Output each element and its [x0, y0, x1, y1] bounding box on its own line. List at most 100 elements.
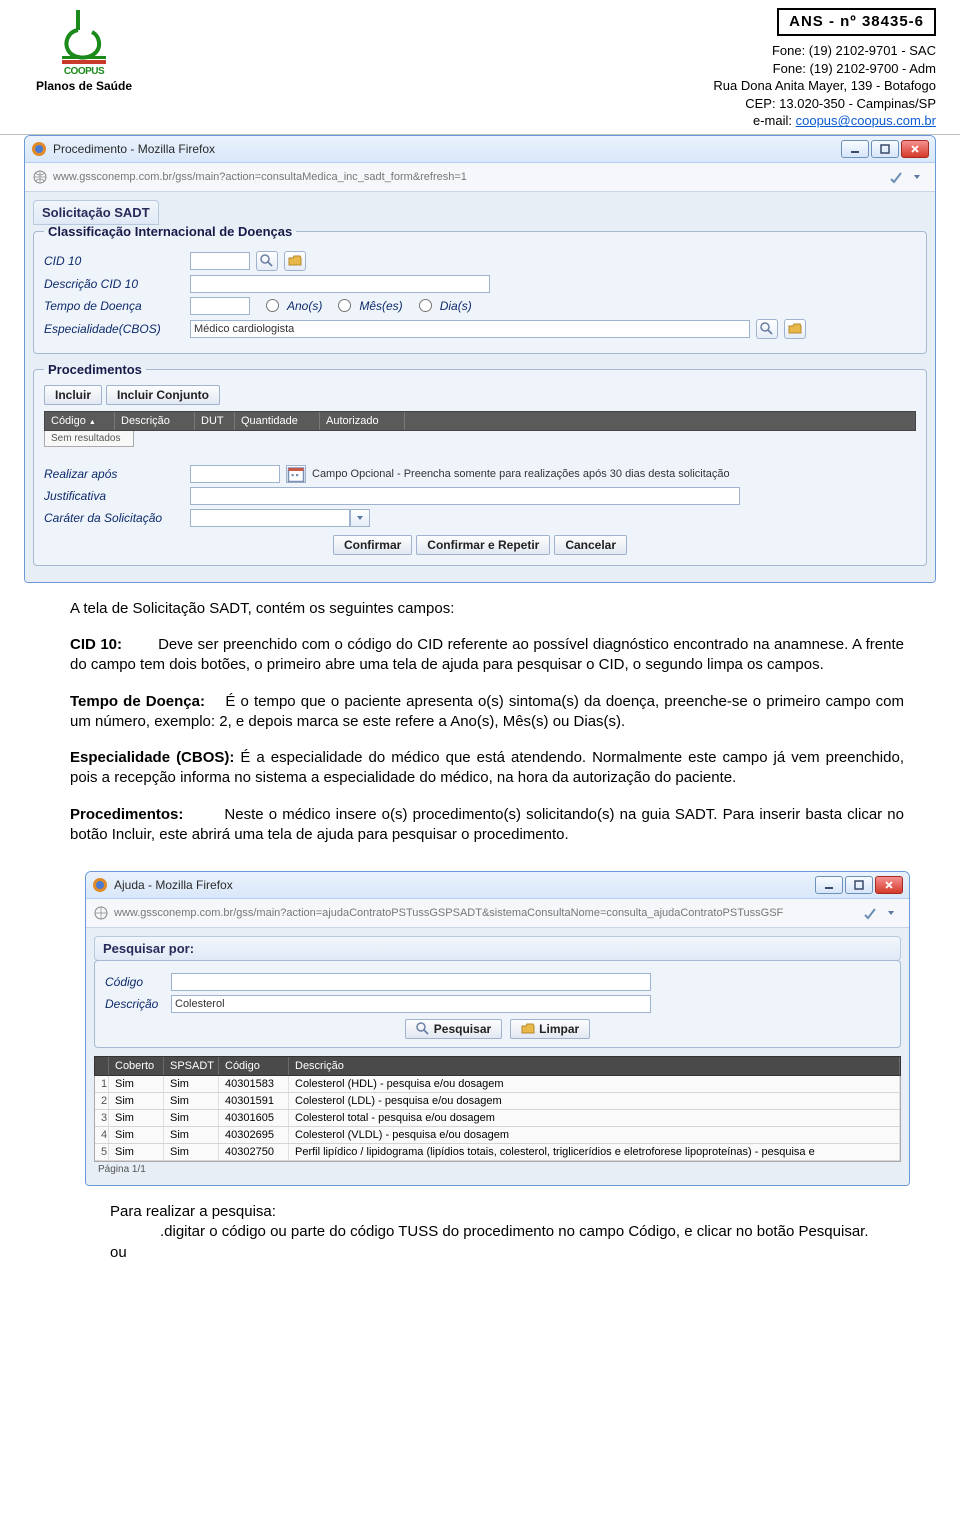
- cancelar-button[interactable]: Cancelar: [554, 535, 627, 555]
- close-button[interactable]: [901, 140, 929, 158]
- address-dropdown[interactable]: [907, 169, 927, 185]
- folder-icon: [788, 322, 802, 336]
- table-row[interactable]: 4SimSim40302695Colesterol (VLDL) - pesqu…: [95, 1127, 900, 1144]
- th-quantidade[interactable]: Quantidade: [235, 412, 320, 430]
- search-panel-title: Pesquisar por:: [94, 936, 901, 961]
- espec-clear-button[interactable]: [784, 319, 806, 339]
- procedimentos-legend: Procedimentos: [44, 362, 146, 377]
- realizar-hint: Campo Opcional - Preencha somente para r…: [312, 468, 730, 480]
- table-row[interactable]: 1SimSim40301583Colesterol (HDL) - pesqui…: [95, 1076, 900, 1093]
- cid10-block-label: CID 10:: [70, 636, 122, 653]
- minimize-button[interactable]: [815, 876, 843, 894]
- panel-title: Solicitação SADT: [33, 200, 159, 225]
- email-link[interactable]: coopus@coopus.com.br: [796, 113, 936, 128]
- justificativa-input[interactable]: [190, 487, 740, 505]
- cid10-input[interactable]: [190, 252, 250, 270]
- maximize-button[interactable]: [845, 876, 873, 894]
- dias-radio[interactable]: [419, 299, 432, 312]
- tempo-block-label: Tempo de Doença:: [70, 693, 205, 710]
- calendar-icon: [287, 465, 305, 483]
- descricao-label: Descrição: [105, 997, 165, 1011]
- table-empty: Sem resultados: [44, 431, 134, 447]
- procedimento-window: Procedimento - Mozilla Firefox www.gssco…: [24, 135, 936, 583]
- th-descricao[interactable]: Descrição: [289, 1057, 900, 1075]
- cep-line: CEP: 13.020-350 - Campinas/SP: [713, 95, 936, 113]
- espec-input[interactable]: [190, 320, 750, 338]
- firefox-icon: [92, 877, 108, 893]
- th-codigo[interactable]: Código▲: [45, 412, 115, 430]
- justificativa-label: Justificativa: [44, 489, 184, 503]
- firefox-icon: [31, 141, 47, 157]
- table-row[interactable]: 3SimSim40301605Colesterol total - pesqui…: [95, 1110, 900, 1127]
- phone-adm: Fone: (19) 2102-9700 - Adm: [713, 60, 936, 78]
- brush-icon[interactable]: [889, 170, 903, 184]
- results-header: Coberto SPSADT Código Descrição: [94, 1056, 901, 1076]
- calendar-button[interactable]: [286, 465, 306, 483]
- logo-subtitle: Planos de Saúde: [36, 79, 132, 93]
- cid-legend: Classificação Internacional de Doenças: [44, 224, 296, 239]
- search-icon: [760, 322, 774, 336]
- window-title: Ajuda - Mozilla Firefox: [114, 878, 233, 892]
- proc-block-label: Procedimentos:: [70, 806, 183, 823]
- confirmar-button[interactable]: Confirmar: [333, 535, 412, 555]
- meses-radio[interactable]: [338, 299, 351, 312]
- address-line: Rua Dona Anita Mayer, 139 - Botafogo: [713, 77, 936, 95]
- th-dut[interactable]: DUT: [195, 412, 235, 430]
- globe-icon: [94, 906, 108, 920]
- codigo-label: Código: [105, 975, 165, 989]
- th-spsadt[interactable]: SPSADT: [164, 1057, 219, 1075]
- company-contact-block: ANS - nº 38435-6 Fone: (19) 2102-9701 - …: [713, 8, 936, 130]
- brush-icon[interactable]: [863, 906, 877, 920]
- procedimentos-fieldset: Procedimentos Incluir Incluir Conjunto C…: [33, 362, 927, 566]
- carater-dropdown-button[interactable]: [350, 509, 370, 527]
- th-codigo[interactable]: Código: [219, 1057, 289, 1075]
- window-title: Procedimento - Mozilla Firefox: [53, 142, 215, 156]
- results-body: 1SimSim40301583Colesterol (HDL) - pesqui…: [94, 1076, 901, 1162]
- address-dropdown[interactable]: [881, 905, 901, 921]
- cid10-block-text: Deve ser preenchido com o código do CID …: [70, 636, 904, 673]
- desc-cid10-input[interactable]: [190, 275, 490, 293]
- incluir-conjunto-button[interactable]: Incluir Conjunto: [106, 385, 220, 405]
- limpar-button[interactable]: Limpar: [510, 1019, 590, 1039]
- cid10-search-button[interactable]: [256, 251, 278, 271]
- desc-cid10-label: Descrição CID 10: [44, 277, 184, 291]
- espec-search-button[interactable]: [756, 319, 778, 339]
- codigo-input[interactable]: [171, 973, 651, 991]
- sort-asc-icon: ▲: [89, 419, 96, 426]
- incluir-button[interactable]: Incluir: [44, 385, 102, 405]
- address-url[interactable]: www.gssconemp.com.br/gss/main?action=aju…: [114, 907, 857, 919]
- th-coberto[interactable]: Coberto: [109, 1057, 164, 1075]
- tempo-input[interactable]: [190, 297, 250, 315]
- realizar-input[interactable]: [190, 465, 280, 483]
- table-row[interactable]: 2SimSim40301591Colesterol (LDL) - pesqui…: [95, 1093, 900, 1110]
- close-button[interactable]: [875, 876, 903, 894]
- tempo-label: Tempo de Doença: [44, 299, 184, 313]
- anos-radio[interactable]: [266, 299, 279, 312]
- address-url[interactable]: www.gssconemp.com.br/gss/main?action=con…: [53, 171, 883, 183]
- th-autorizado[interactable]: Autorizado: [320, 412, 405, 430]
- pesquisar-button[interactable]: Pesquisar: [405, 1019, 502, 1039]
- espec-block-label: Especialidade (CBOS):: [70, 749, 234, 766]
- realizar-label: Realizar após: [44, 467, 184, 481]
- coopus-logo-icon: [54, 8, 114, 68]
- search-icon: [416, 1022, 430, 1036]
- ajuda-window: Ajuda - Mozilla Firefox www.gssconemp.co…: [85, 871, 910, 1186]
- page-indicator: Página 1/1: [94, 1162, 901, 1177]
- search-icon: [260, 254, 274, 268]
- intro-text: A tela de Solicitação SADT, contém os se…: [70, 599, 904, 619]
- cid10-clear-button[interactable]: [284, 251, 306, 271]
- email-line: e-mail: coopus@coopus.com.br: [713, 112, 936, 130]
- th-descricao[interactable]: Descrição: [115, 412, 195, 430]
- phone-sac: Fone: (19) 2102-9701 - SAC: [713, 42, 936, 60]
- carater-select[interactable]: [190, 509, 350, 527]
- folder-icon: [288, 254, 302, 268]
- company-logo: COOPUS Planos de Saúde: [24, 8, 144, 130]
- cid10-label: CID 10: [44, 254, 184, 268]
- maximize-button[interactable]: [871, 140, 899, 158]
- espec-label: Especialidade(CBOS): [44, 322, 184, 336]
- footer-digitar: .digitar o código ou parte do código TUS…: [160, 1222, 904, 1242]
- minimize-button[interactable]: [841, 140, 869, 158]
- table-row[interactable]: 5SimSim40302750Perfil lipídico / lipidog…: [95, 1144, 900, 1161]
- descricao-input[interactable]: [171, 995, 651, 1013]
- confirmar-repetir-button[interactable]: Confirmar e Repetir: [416, 535, 550, 555]
